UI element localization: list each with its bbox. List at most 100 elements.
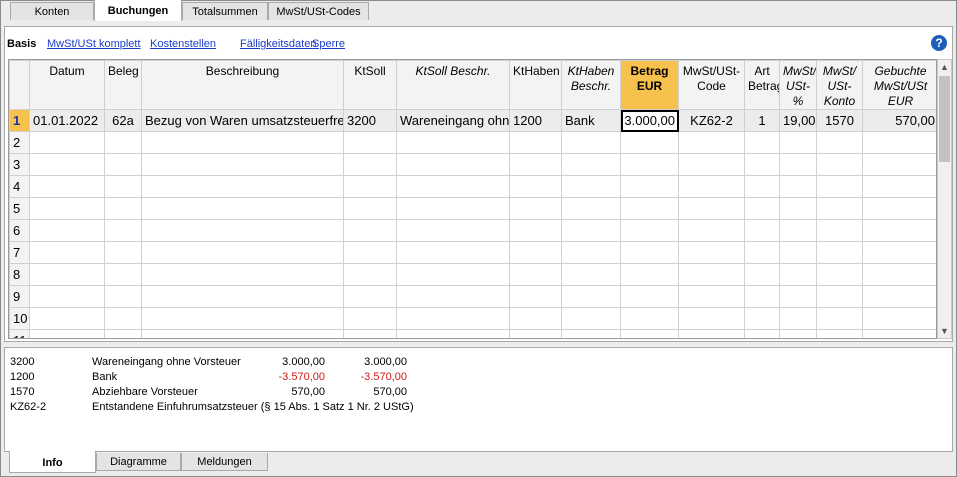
col-header-art-betrag[interactable]: Art Betrag — [744, 60, 780, 110]
cell-gebuchte-mwst[interactable] — [862, 263, 936, 286]
cell-mwst-code[interactable] — [678, 153, 745, 176]
cell-beleg[interactable] — [104, 263, 142, 286]
cell-mwst-code[interactable] — [678, 197, 745, 220]
cell-beschreibung[interactable] — [141, 197, 344, 220]
cell-gebuchte-mwst[interactable] — [862, 131, 936, 154]
cell-mwst-pct[interactable] — [779, 329, 817, 338]
cell-kthaben-beschr[interactable] — [561, 153, 621, 176]
table-row[interactable]: 5 — [9, 197, 936, 220]
col-header-betrag[interactable]: Betrag EUR — [620, 60, 679, 110]
cell-betrag[interactable] — [620, 131, 679, 154]
cell-mwst-code[interactable] — [678, 219, 745, 242]
cell-ktsoll[interactable]: 3200 — [343, 109, 397, 132]
col-header-mwst-pct[interactable]: MwSt/ USt-% — [779, 60, 817, 110]
cell-beschreibung[interactable] — [141, 241, 344, 264]
cell-gebuchte-mwst[interactable] — [862, 175, 936, 198]
col-header-datum[interactable]: Datum — [29, 60, 105, 110]
cell-datum[interactable] — [29, 131, 105, 154]
row-number[interactable]: 2 — [9, 131, 30, 154]
cell-kthaben-beschr[interactable] — [561, 241, 621, 264]
cell-art-betrag[interactable] — [744, 329, 780, 338]
cell-art-betrag[interactable] — [744, 175, 780, 198]
tab-meldungen[interactable]: Meldungen — [181, 453, 268, 471]
row-number[interactable]: 7 — [9, 241, 30, 264]
cell-mwst-pct[interactable]: 19,00 — [779, 109, 817, 132]
cell-beleg[interactable] — [104, 219, 142, 242]
cell-art-betrag[interactable]: 1 — [744, 109, 780, 132]
tab-mwst-ust-codes[interactable]: MwSt/USt-Codes — [268, 2, 369, 20]
view-link-faelligkeitsdaten[interactable]: Fälligkeitsdaten — [240, 38, 316, 50]
help-icon[interactable]: ? — [931, 35, 947, 51]
cell-mwst-pct[interactable] — [779, 285, 817, 308]
cell-beschreibung[interactable] — [141, 285, 344, 308]
cell-kthaben-beschr[interactable] — [561, 263, 621, 286]
vertical-scrollbar[interactable]: ▲ ▼ — [937, 59, 952, 339]
cell-kthaben-beschr[interactable] — [561, 307, 621, 330]
cell-kthaben[interactable] — [509, 307, 562, 330]
cell-mwst-konto[interactable] — [816, 219, 863, 242]
row-number[interactable]: 9 — [9, 285, 30, 308]
cell-beschreibung[interactable] — [141, 175, 344, 198]
cell-ktsoll[interactable] — [343, 219, 397, 242]
cell-ktsoll-beschr[interactable] — [396, 307, 510, 330]
cell-ktsoll[interactable] — [343, 241, 397, 264]
cell-beschreibung[interactable] — [141, 307, 344, 330]
table-row[interactable]: 9 — [9, 285, 936, 308]
view-link-mwst-komplett[interactable]: MwSt/USt komplett — [47, 38, 141, 50]
scroll-up-icon[interactable]: ▲ — [938, 60, 951, 74]
cell-mwst-konto[interactable] — [816, 263, 863, 286]
cell-art-betrag[interactable] — [744, 153, 780, 176]
cell-mwst-konto[interactable] — [816, 131, 863, 154]
cell-betrag[interactable] — [620, 241, 679, 264]
cell-ktsoll-beschr[interactable] — [396, 263, 510, 286]
row-number[interactable]: 1 — [9, 109, 30, 132]
scrollbar-thumb[interactable] — [939, 76, 950, 162]
cell-beleg[interactable] — [104, 329, 142, 338]
cell-beleg[interactable] — [104, 153, 142, 176]
table-row[interactable]: 10 — [9, 307, 936, 330]
table-row[interactable]: 7 — [9, 241, 936, 264]
cell-kthaben[interactable] — [509, 131, 562, 154]
cell-kthaben[interactable] — [509, 175, 562, 198]
cell-datum[interactable] — [29, 153, 105, 176]
row-number[interactable]: 6 — [9, 219, 30, 242]
cell-ktsoll[interactable] — [343, 329, 397, 338]
col-header-mwst-code[interactable]: MwSt/USt-Code — [678, 60, 745, 110]
cell-kthaben-beschr[interactable]: Bank — [561, 109, 621, 132]
cell-kthaben[interactable] — [509, 197, 562, 220]
cell-betrag[interactable] — [620, 153, 679, 176]
cell-mwst-konto[interactable] — [816, 241, 863, 264]
cell-mwst-pct[interactable] — [779, 307, 817, 330]
table-row[interactable]: 2 — [9, 131, 936, 154]
cell-datum[interactable] — [29, 263, 105, 286]
cell-kthaben[interactable]: 1200 — [509, 109, 562, 132]
cell-gebuchte-mwst[interactable] — [862, 285, 936, 308]
cell-ktsoll-beschr[interactable] — [396, 175, 510, 198]
cell-art-betrag[interactable] — [744, 197, 780, 220]
cell-gebuchte-mwst[interactable] — [862, 329, 936, 338]
cell-mwst-code[interactable] — [678, 263, 745, 286]
cell-beleg[interactable] — [104, 285, 142, 308]
cell-ktsoll-beschr[interactable]: Wareneingang ohne Vorsteuer — [396, 109, 510, 132]
cell-ktsoll-beschr[interactable] — [396, 131, 510, 154]
cell-datum[interactable] — [29, 329, 105, 338]
tab-totalsummen[interactable]: Totalsummen — [182, 2, 268, 20]
cell-mwst-code[interactable] — [678, 285, 745, 308]
cell-mwst-konto[interactable] — [816, 153, 863, 176]
cell-betrag[interactable] — [620, 307, 679, 330]
cell-betrag[interactable] — [620, 329, 679, 338]
cell-art-betrag[interactable] — [744, 285, 780, 308]
cell-betrag[interactable] — [620, 175, 679, 198]
cell-mwst-pct[interactable] — [779, 197, 817, 220]
cell-betrag[interactable] — [620, 219, 679, 242]
cell-art-betrag[interactable] — [744, 307, 780, 330]
cell-ktsoll-beschr[interactable] — [396, 197, 510, 220]
cell-datum[interactable] — [29, 197, 105, 220]
table-row[interactable]: 3 — [9, 153, 936, 176]
cell-mwst-konto[interactable] — [816, 175, 863, 198]
cell-mwst-pct[interactable] — [779, 153, 817, 176]
cell-kthaben-beschr[interactable] — [561, 131, 621, 154]
table-row[interactable]: 8 — [9, 263, 936, 286]
row-number[interactable]: 3 — [9, 153, 30, 176]
tab-diagramme[interactable]: Diagramme — [96, 453, 181, 471]
